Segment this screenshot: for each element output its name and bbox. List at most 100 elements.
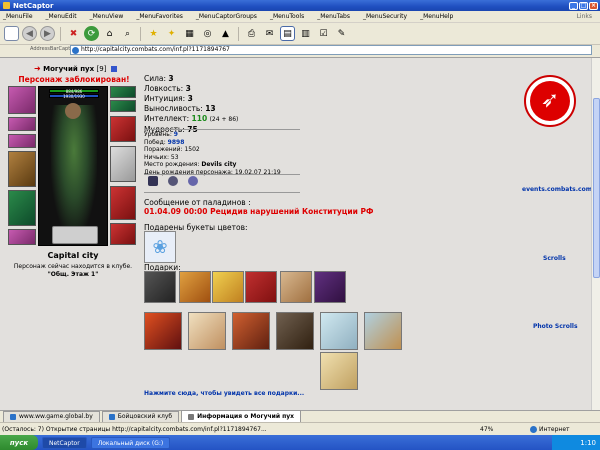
guild-icon[interactable] [168, 176, 178, 186]
info-badge-icon[interactable] [110, 66, 117, 72]
title-bar: NetCaptor _ □ × [0, 0, 600, 11]
earring-slot[interactable] [110, 86, 136, 98]
weapon-slot[interactable] [8, 151, 36, 187]
order-icon[interactable] [188, 176, 198, 186]
leggings-slot[interactable] [110, 186, 136, 220]
gift-item[interactable] [280, 271, 312, 303]
equipment-panel: 884/986 1930/1930 [8, 86, 138, 246]
menu-favorites[interactable]: _MenuFavorites [136, 13, 183, 20]
stat-row: Интуиция: 3 [144, 94, 193, 103]
tab-character-info[interactable]: Информация о Могучий пух [181, 410, 302, 422]
menu-security[interactable]: _MenuSecurity [363, 13, 407, 20]
character-avatar: 884/986 1930/1930 [38, 86, 108, 246]
belt-slot[interactable] [8, 229, 36, 245]
gift-item[interactable] [245, 271, 277, 303]
new-page-icon[interactable] [4, 26, 19, 41]
print-icon[interactable]: ⎙ [244, 26, 259, 41]
scrollbar-thumb[interactable] [593, 98, 600, 278]
start-button[interactable]: пуск [0, 435, 38, 450]
links-toolbar[interactable]: Links [577, 13, 600, 20]
scrolls-link[interactable]: Scrolls [543, 255, 566, 262]
gift-item[interactable] [320, 352, 358, 390]
helmet-slot[interactable] [8, 86, 36, 114]
maximize-button[interactable]: □ [579, 1, 588, 10]
gift-item[interactable] [179, 271, 211, 303]
gift-item[interactable] [144, 312, 182, 350]
tab-fight-club[interactable]: Бойцовский клуб [101, 411, 180, 422]
events-link[interactable]: events.combats.com [522, 186, 592, 193]
edit-icon[interactable]: ✎ [334, 26, 349, 41]
clan-icon[interactable] [148, 176, 158, 186]
menu-view[interactable]: _MenuView [90, 13, 124, 20]
page-content: ➜ Могучий пух [9] Персонаж заблокирован!… [0, 57, 600, 410]
status-text: (Осталось: 7) Открытие страницы http://c… [2, 425, 267, 433]
add-favorite-icon[interactable]: ✦ [164, 26, 179, 41]
menu-tabs[interactable]: _MenuTabs [317, 13, 350, 20]
minimize-button[interactable]: _ [569, 1, 578, 10]
forward-icon[interactable]: ▶ [40, 26, 55, 41]
menu-tools[interactable]: _MenuTools [270, 13, 304, 20]
history-icon[interactable]: ◎ [200, 26, 215, 41]
bracers-slot[interactable] [8, 117, 36, 131]
view-panel-icon[interactable]: ▤ [280, 26, 295, 41]
address-bar: http://capitalcity.combats.com/inf.pl?11… [0, 44, 600, 56]
mail-icon[interactable]: ✉ [262, 26, 277, 41]
menu-captorgroups[interactable]: _MenuCaptorGroups [196, 13, 257, 20]
gift-item[interactable] [314, 271, 346, 303]
security-zone: Интернет [530, 425, 570, 433]
location-text: Персонаж сейчас находится в клубе. [13, 263, 133, 270]
gift-item[interactable] [212, 271, 244, 303]
stop-icon[interactable]: ✖ [66, 26, 81, 41]
combats-logo[interactable]: ➶ [524, 75, 576, 127]
gift-item[interactable] [364, 312, 402, 350]
toolbar-separator [60, 26, 61, 41]
blocked-notice: Персонаж заблокирован! [18, 75, 130, 84]
gift-item[interactable] [188, 312, 226, 350]
archer-icon: ➶ [530, 81, 570, 121]
close-tab-icon[interactable] [188, 413, 195, 420]
stat-row: Интеллект: 110 (24 + 86) [144, 114, 239, 123]
menu-help[interactable]: _MenuHelp [420, 13, 453, 20]
gloves-slot[interactable] [110, 116, 136, 142]
gift-item[interactable] [232, 312, 270, 350]
see-all-gifts-link[interactable]: Нажмите сюда, чтобы увидеть все подарки.… [144, 390, 304, 397]
toolbar: ◀ ▶ ✖ ⟳ ⌂ ⌕ ★ ✦ ▦ ◎ ▲ ⎙ ✉ ▤ ▥ ☑ ✎ [0, 23, 600, 45]
amulet-slot[interactable] [8, 134, 36, 148]
task-netcaptor[interactable]: NetCaptor [42, 436, 87, 449]
menu-edit[interactable]: _MenuEdit [46, 13, 77, 20]
vertical-scrollbar[interactable] [591, 58, 600, 410]
gift-item[interactable] [276, 312, 314, 350]
bouquet-icon[interactable]: ❀ [144, 231, 176, 263]
load-progress: 47% [480, 425, 494, 433]
armor-slot[interactable] [8, 190, 36, 226]
back-icon[interactable]: ◀ [22, 26, 37, 41]
window-controls: _ □ × [569, 1, 600, 10]
menu-file[interactable]: _MenuFile [3, 13, 33, 20]
gift-item[interactable] [144, 271, 176, 303]
photo-scrolls-link[interactable]: Photo Scrolls [533, 323, 578, 330]
mp-bar: 1930/1930 [49, 94, 99, 99]
task-local-disk[interactable]: Локальный диск (G:) [90, 436, 171, 449]
groups-icon[interactable]: ▦ [182, 26, 197, 41]
tab-ww-game[interactable]: www.ww.game.global.by [3, 411, 100, 422]
stat-row: Выносливость: 13 [144, 104, 216, 113]
tab-view-icon[interactable]: ▥ [298, 26, 313, 41]
gift-item[interactable] [320, 312, 358, 350]
highlight-icon[interactable]: ▲ [218, 26, 233, 41]
boots-slot[interactable] [110, 223, 136, 245]
address-input[interactable]: http://capitalcity.combats.com/inf.pl?11… [70, 45, 592, 55]
popup-blocker-icon[interactable]: ☑ [316, 26, 331, 41]
necklace-slot[interactable] [110, 100, 136, 112]
close-button[interactable]: × [589, 1, 598, 10]
home-icon[interactable]: ⌂ [102, 26, 117, 41]
paladin-message: 01.04.09 00:00 Рецидив нарушений Констит… [144, 207, 374, 216]
character-level: [9] [96, 65, 107, 73]
shield-slot[interactable] [110, 146, 136, 182]
page-icon [72, 47, 79, 54]
page-icon [10, 414, 16, 420]
search-icon[interactable]: ⌕ [120, 26, 135, 41]
favorites-icon[interactable]: ★ [146, 26, 161, 41]
refresh-icon[interactable]: ⟳ [84, 26, 99, 41]
globe-icon [530, 425, 537, 433]
divider [144, 192, 300, 193]
